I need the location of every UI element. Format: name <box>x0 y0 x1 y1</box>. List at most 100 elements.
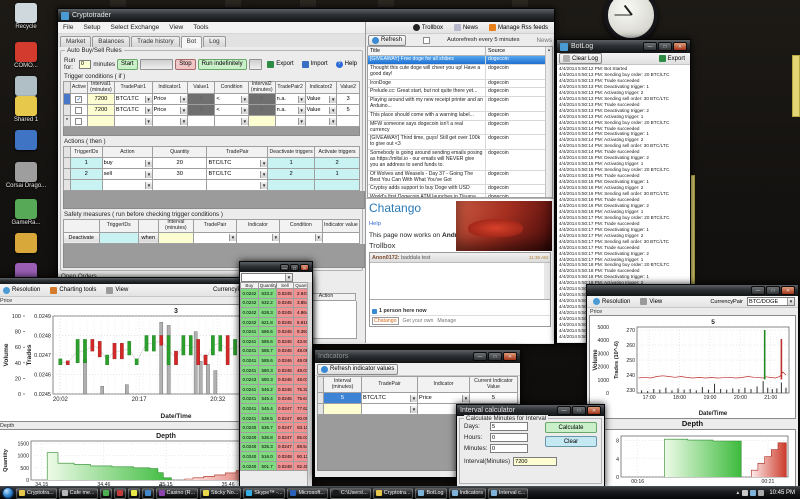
menu-view[interactable]: View <box>164 24 188 31</box>
days-input[interactable]: 5 <box>490 422 528 431</box>
news-row[interactable]: [GIVEAWAY] Free doge for all shibesdogec… <box>368 56 552 65</box>
news-row[interactable]: Somebody is going around sending emails … <box>368 150 552 171</box>
maximize-button[interactable]: □ <box>572 406 586 415</box>
view-button[interactable]: View <box>103 285 131 296</box>
get-your-own-link[interactable]: Get your own <box>403 318 434 324</box>
active-checkbox[interactable] <box>75 118 82 125</box>
menu-setup[interactable]: Setup <box>78 24 105 31</box>
combo-cell[interactable]: ▼ <box>114 116 152 127</box>
orderbook-row[interactable]: 0.0241580.30.024648.07 <box>241 365 312 375</box>
taskbar-button-microsoft-[interactable]: Microsoft... <box>287 488 327 499</box>
title-bar[interactable]: BotLog — □ ✕ <box>557 40 690 53</box>
trollbox-button[interactable]: Trollbox <box>410 22 446 33</box>
clear-button[interactable]: Clear <box>545 436 597 447</box>
taskbar-button[interactable] <box>114 488 126 499</box>
depth-section-label[interactable]: Depth <box>587 419 798 429</box>
orderbook-row[interactable]: 0.0242621.80.02456.918 <box>241 317 312 327</box>
minimize-button[interactable]: — <box>557 406 571 415</box>
orderbook-row[interactable]: 0.0240536.70.024783.11 <box>241 423 312 433</box>
taskbar-clock[interactable]: 10:45 PM <box>766 490 798 496</box>
desktop-icon-gamera[interactable]: GameRa... <box>3 199 49 226</box>
title-bar[interactable]: Cryptotrader <box>58 9 554 22</box>
minimize-button[interactable]: — <box>280 264 289 271</box>
desktop-icon-drive[interactable] <box>3 76 49 97</box>
orderbook-row[interactable]: 0.0242633.20.02452.947 <box>241 289 312 299</box>
network-icon[interactable] <box>750 490 756 496</box>
deactivate-button[interactable]: Deactivate <box>64 232 100 243</box>
maximize-button[interactable]: □ <box>658 42 672 51</box>
combo-cell[interactable]: Price▼ <box>152 105 187 116</box>
combo-cell[interactable]: sell▼ <box>102 169 152 180</box>
run-indefinitely-button[interactable]: Run indefinitely <box>198 59 247 70</box>
desktop-icon-comodo[interactable]: COMO... <box>3 42 49 69</box>
when-button[interactable]: when <box>138 232 158 243</box>
desktop-icon-app-blue[interactable] <box>3 130 49 151</box>
desktop-icon-shared-folder[interactable]: Shared 1 <box>3 96 49 123</box>
flag-icon[interactable] <box>742 490 748 496</box>
combo-cell[interactable]: Price▼ <box>418 393 470 404</box>
combo-cell[interactable]: <▼ <box>215 94 248 105</box>
combo-cell[interactable]: ▼ <box>102 180 152 191</box>
start-button[interactable]: Start <box>117 59 138 70</box>
combo-cell[interactable]: ▼ <box>237 232 280 243</box>
close-button[interactable]: ✕ <box>781 286 795 295</box>
export-button[interactable]: Export <box>264 59 296 70</box>
desktop-icon-corsair[interactable]: Corsai Drago... <box>3 162 49 189</box>
orderbook-row[interactable]: 0.0241585.60.024648.08 <box>241 356 312 366</box>
taskbar-button-botlog[interactable]: BotLog <box>415 488 446 499</box>
combo-cell[interactable]: Value▼ <box>305 94 337 105</box>
maximize-button[interactable]: □ <box>488 352 502 361</box>
tab-market[interactable]: Market <box>60 36 91 47</box>
chat-history[interactable] <box>370 263 550 299</box>
combo-cell[interactable]: ▼ <box>362 404 418 415</box>
import-button[interactable]: Import <box>299 59 331 70</box>
run-for-input[interactable]: 0 <box>79 60 92 69</box>
resolution-button[interactable]: Resolution <box>590 296 633 307</box>
clear-log-button[interactable]: Clear Log <box>559 53 602 64</box>
tab-bot[interactable]: Bot <box>181 36 202 48</box>
charting-tools-button[interactable]: Charting tools <box>47 285 99 296</box>
news-row[interactable]: Prelude.cc: Great start, but not quite t… <box>368 88 552 97</box>
orderbook-row[interactable]: 0.0240516.00.024890.12 <box>241 452 312 462</box>
desktop-icon-recycle-bin[interactable]: Recycle <box>3 3 49 30</box>
refresh-indicators-button[interactable]: Refresh indicator values <box>317 364 398 375</box>
title-bar[interactable]: — □ ✕ <box>587 285 798 296</box>
orderbook-row[interactable]: 0.0241585.60.024643.91 <box>241 337 312 347</box>
action-row[interactable]: ▼▼ <box>64 180 360 191</box>
combo-cell[interactable]: Value▼ <box>305 105 337 116</box>
export-log-button[interactable]: Export <box>656 53 688 64</box>
taskbar-button-cryptotra-[interactable]: Cryptotra... <box>373 488 414 499</box>
combo-cell[interactable]: <▼ <box>215 105 248 116</box>
desktop-icon-coin[interactable] <box>3 233 49 254</box>
title-bar[interactable]: — □ ✕ <box>240 262 312 272</box>
title-bar[interactable]: Indicators — □ ✕ <box>315 350 520 363</box>
taskbar-button-casino-r-[interactable]: Casino (R... <box>156 488 198 499</box>
news-row[interactable]: Cryptsy adds support to buy Doge with US… <box>368 185 552 194</box>
tab-log[interactable]: Log <box>203 36 226 47</box>
close-button[interactable]: ✕ <box>503 352 517 361</box>
minutes-input[interactable]: 0 <box>490 444 528 453</box>
combo-cell[interactable]: ▼ <box>215 116 248 127</box>
pair-select[interactable]: ▼ <box>241 273 293 282</box>
news-row[interactable]: IronDogedogecoin <box>368 80 552 89</box>
combo-cell[interactable]: BTC/LTC▼ <box>207 169 268 180</box>
combo-cell[interactable]: ▼ <box>275 116 305 127</box>
taskbar-button-sticky-no-[interactable]: Sticky No... <box>200 488 241 499</box>
action-row[interactable]: 2sell▼30BTC/LTC▼21 <box>64 169 360 180</box>
orderbook-row[interactable]: 0.0240501.70.024892.40 <box>241 461 312 471</box>
minimize-button[interactable]: — <box>473 352 487 361</box>
orderbook-row[interactable]: 0.0241585.70.024648.08 <box>241 346 312 356</box>
combo-cell[interactable]: ▼ <box>305 116 337 127</box>
manage-link[interactable]: Manage <box>437 318 456 324</box>
hours-input[interactable]: 0 <box>490 433 528 442</box>
news-button[interactable]: News <box>451 22 481 33</box>
trigger-row[interactable]: *▼▼▼▼▼ <box>64 116 360 127</box>
news-row[interactable]: [GIVEAWAY] Third time, guys! Still get o… <box>368 135 552 150</box>
news-scrollbar[interactable]: ▲ <box>545 47 552 197</box>
orderbook-row[interactable]: 0.0240535.30.024788.54 <box>241 442 312 452</box>
tray-expand-icon[interactable]: ▲ <box>735 490 740 496</box>
news-row[interactable]: Playing around with my new receipt print… <box>368 97 552 112</box>
combo-cell[interactable]: BTC/LTC▼ <box>114 105 152 116</box>
resolution-button[interactable]: Resolution <box>0 285 43 296</box>
taskbar-button-indicators[interactable]: Indicators <box>449 488 486 499</box>
